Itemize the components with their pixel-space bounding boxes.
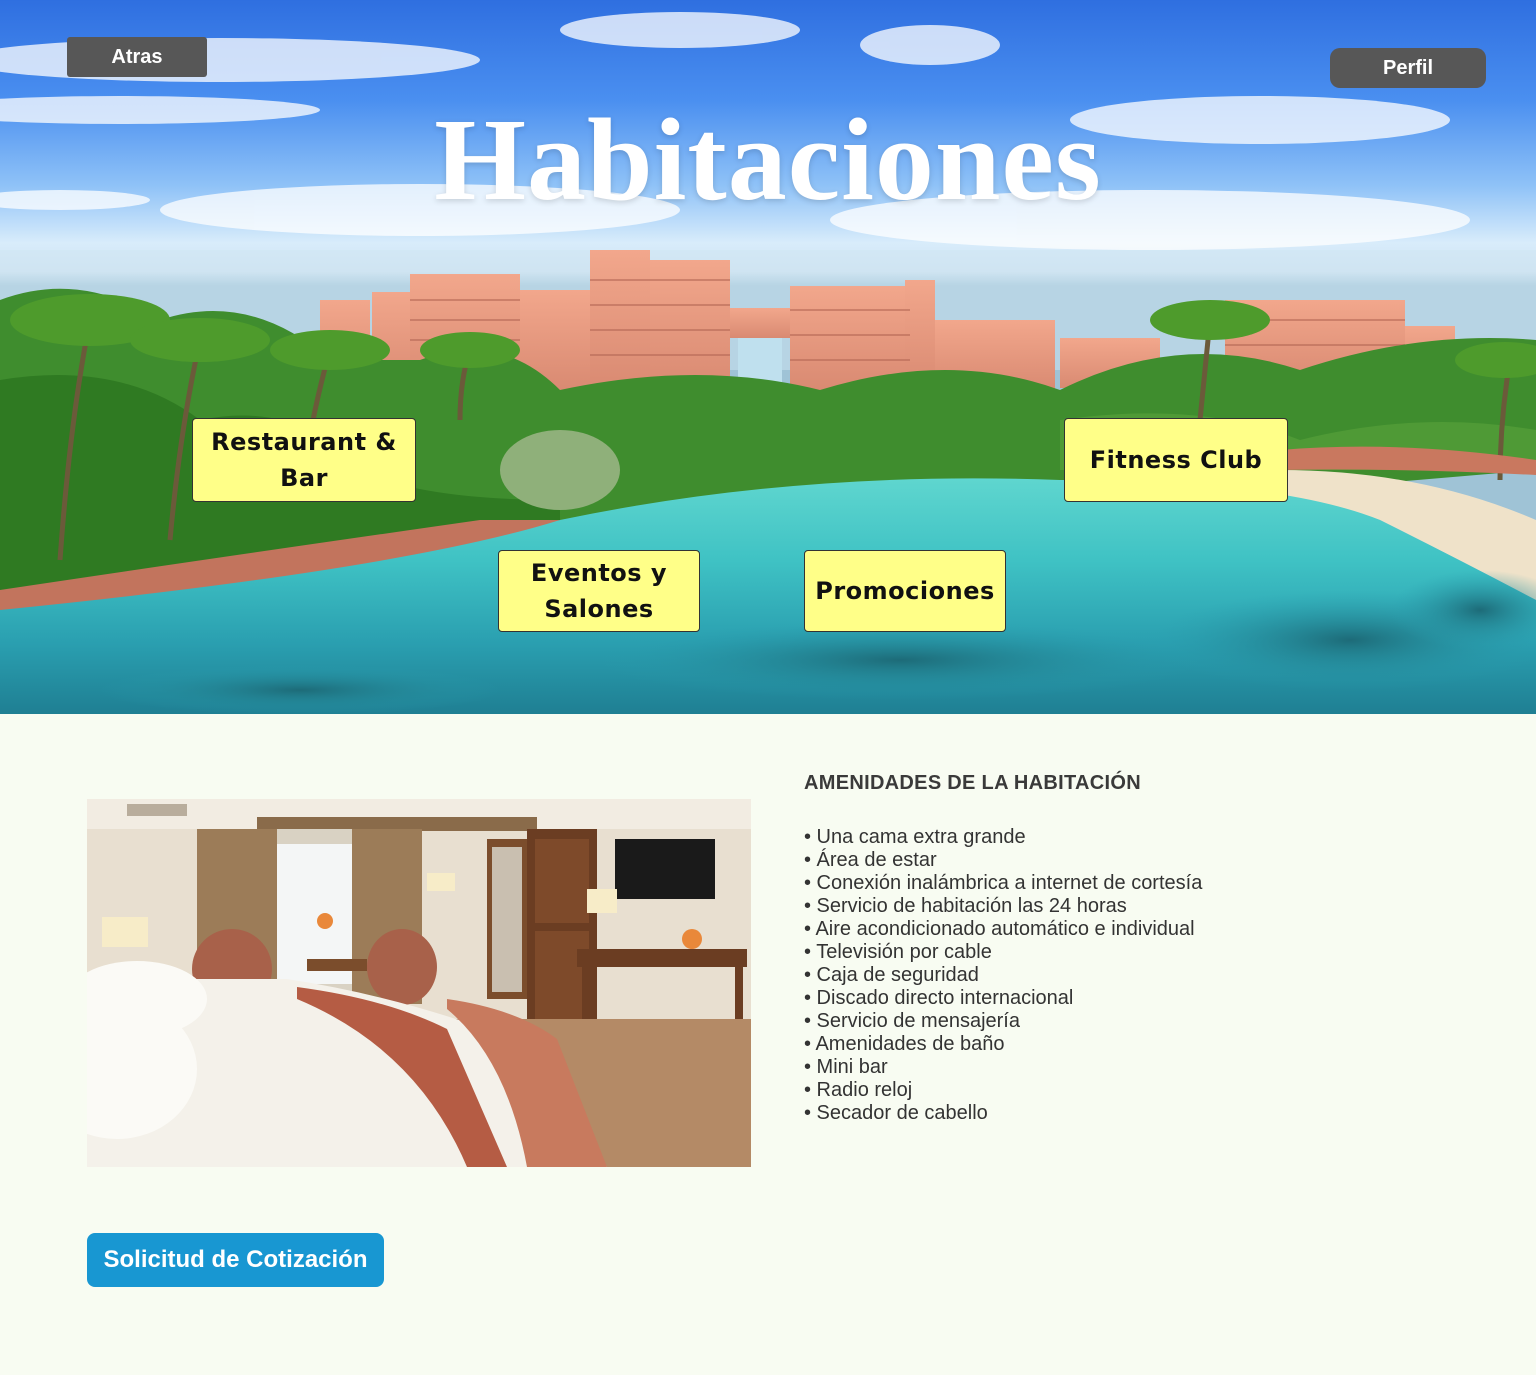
amenity-item: • Discado directo internacional [804, 987, 1074, 1009]
amenity-item: • Una cama extra grande [804, 826, 1026, 848]
amenities-heading: AMENIDADES DE LA HABITACIÓN [804, 772, 1141, 794]
nav-fitness-club-button[interactable]: Fitness Club [1064, 418, 1288, 502]
amenity-item: • Televisión por cable [804, 941, 992, 963]
room-photo [87, 799, 751, 1167]
amenity-item: • Aire acondicionado automático e indivi… [804, 918, 1195, 940]
hotel-room-image [87, 799, 751, 1167]
nav-eventos-salones-button[interactable]: Eventos y Salones [498, 550, 700, 632]
page-title: Habitaciones [434, 94, 1102, 225]
amenity-item: • Amenidades de baño [804, 1033, 1005, 1055]
amenity-item: • Radio reloj [804, 1079, 913, 1101]
nav-restaurant-bar-button[interactable]: Restaurant & Bar [192, 418, 416, 502]
amenity-item: • Mini bar [804, 1056, 888, 1078]
amenity-item: • Conexión inalámbrica a internet de cor… [804, 872, 1203, 894]
amenity-item: • Área de estar [804, 849, 937, 871]
nav-restaurant-bar-label: Restaurant & Bar [211, 428, 397, 492]
amenity-item: • Servicio de habitación las 24 horas [804, 895, 1127, 917]
amenity-item: • Caja de seguridad [804, 964, 979, 986]
amenity-item: • Servicio de mensajería [804, 1010, 1020, 1032]
nav-promociones-label: Promociones [815, 577, 995, 605]
hero-banner: Atras Perfil Habitaciones Restaurant & B… [0, 0, 1536, 714]
nav-fitness-club-label: Fitness Club [1089, 446, 1263, 474]
profile-button[interactable]: Perfil [1330, 48, 1486, 88]
nav-promociones-button[interactable]: Promociones [804, 550, 1006, 632]
nav-eventos-salones-label: Eventos y Salones [530, 559, 668, 623]
quote-request-button[interactable]: Solicitud de Cotización [87, 1233, 384, 1287]
amenity-item: • Secador de cabello [804, 1102, 988, 1124]
amenities-list: • Una cama extra grande • Área de estar … [804, 826, 1202, 1125]
back-button[interactable]: Atras [67, 37, 207, 77]
